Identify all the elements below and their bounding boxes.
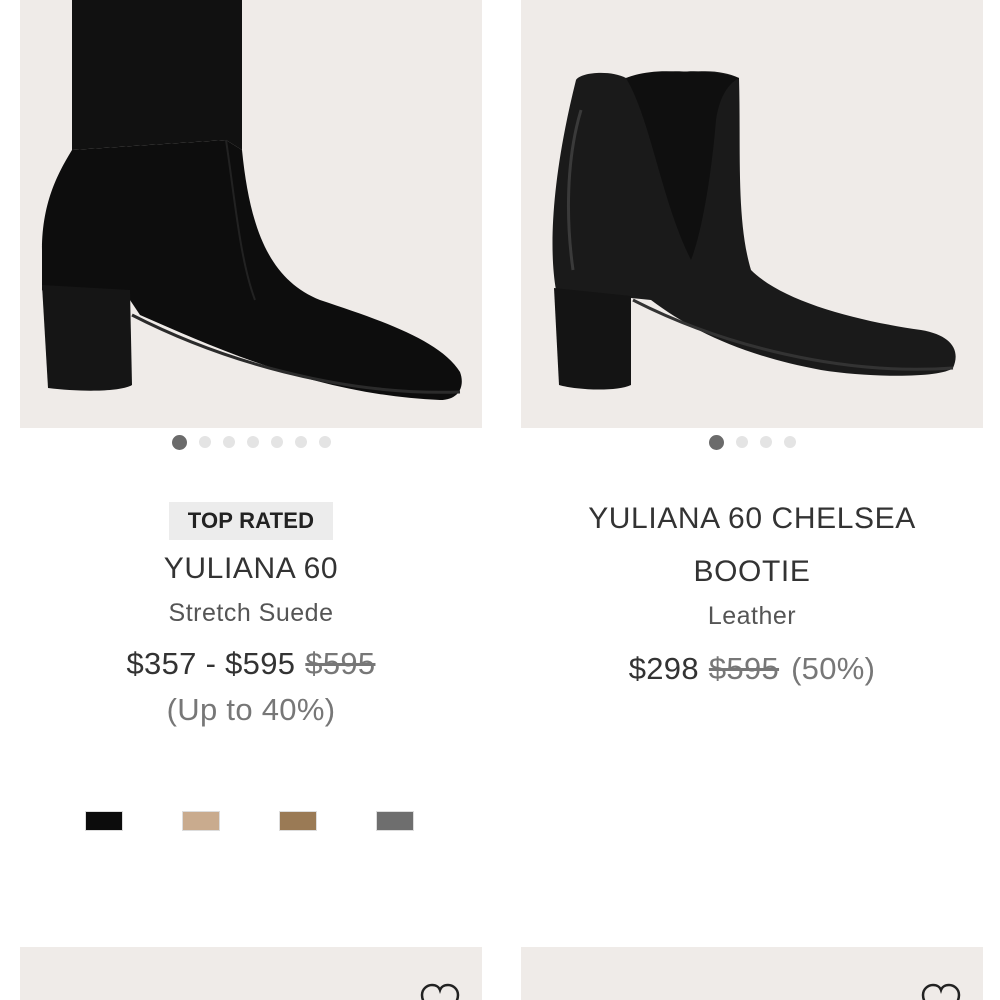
suede-sock-bootie-image: [42, 0, 462, 400]
top-rated-badge: TOP RATED: [168, 502, 334, 540]
original-price: $595: [708, 651, 780, 686]
product-name-line1[interactable]: YULIANA 60 CHELSEA: [521, 492, 983, 545]
color-swatches: [20, 811, 482, 835]
product-image-yuliana-60-chelsea[interactable]: [521, 0, 983, 428]
image-carousel-dots: [521, 428, 983, 456]
heart-icon[interactable]: [418, 983, 462, 1000]
heart-icon[interactable]: [919, 983, 963, 1000]
swatch-grey[interactable]: [376, 811, 414, 831]
product-card-next-right[interactable]: [521, 947, 983, 1000]
sale-price: $357 - $595: [126, 646, 296, 681]
product-name-line2[interactable]: BOOTIE: [521, 545, 983, 598]
carousel-dot[interactable]: [198, 436, 211, 448]
discount-percent: (Up to 40%): [166, 692, 336, 727]
carousel-dot[interactable]: [318, 436, 331, 448]
image-carousel-dots: [20, 428, 482, 456]
original-price: $595: [305, 646, 376, 681]
leather-chelsea-bootie-image: [552, 71, 956, 390]
product-name[interactable]: YULIANA 60: [20, 542, 482, 595]
price-row: $298 $595 (50%): [521, 651, 983, 687]
carousel-dot[interactable]: [759, 436, 772, 448]
product-card-yuliana-60[interactable]: TOP RATED YULIANA 60 Stretch Suede $357 …: [20, 0, 482, 831]
carousel-dot[interactable]: [783, 436, 796, 448]
carousel-dot[interactable]: [735, 436, 748, 448]
sale-price: $298: [628, 651, 699, 686]
carousel-dot[interactable]: [270, 436, 283, 448]
swatch-tan[interactable]: [182, 811, 220, 831]
product-material: Stretch Suede: [168, 599, 334, 627]
carousel-dot[interactable]: [294, 436, 307, 448]
carousel-dot[interactable]: [246, 436, 259, 448]
discount-percent: (50%): [791, 651, 876, 686]
carousel-dot[interactable]: [222, 436, 235, 448]
carousel-dot-active[interactable]: [171, 434, 187, 450]
product-card-yuliana-60-chelsea[interactable]: YULIANA 60 CHELSEA BOOTIE Leather $298 $5…: [521, 0, 983, 687]
swatch-brown[interactable]: [279, 811, 317, 831]
product-card-next-left[interactable]: [20, 947, 482, 1000]
product-image-yuliana-60[interactable]: [20, 0, 482, 428]
swatch-black[interactable]: [85, 811, 123, 831]
price-row: $357 - $595 $595: [20, 646, 482, 682]
product-material: Leather: [707, 602, 797, 630]
carousel-dot-active[interactable]: [708, 434, 724, 450]
